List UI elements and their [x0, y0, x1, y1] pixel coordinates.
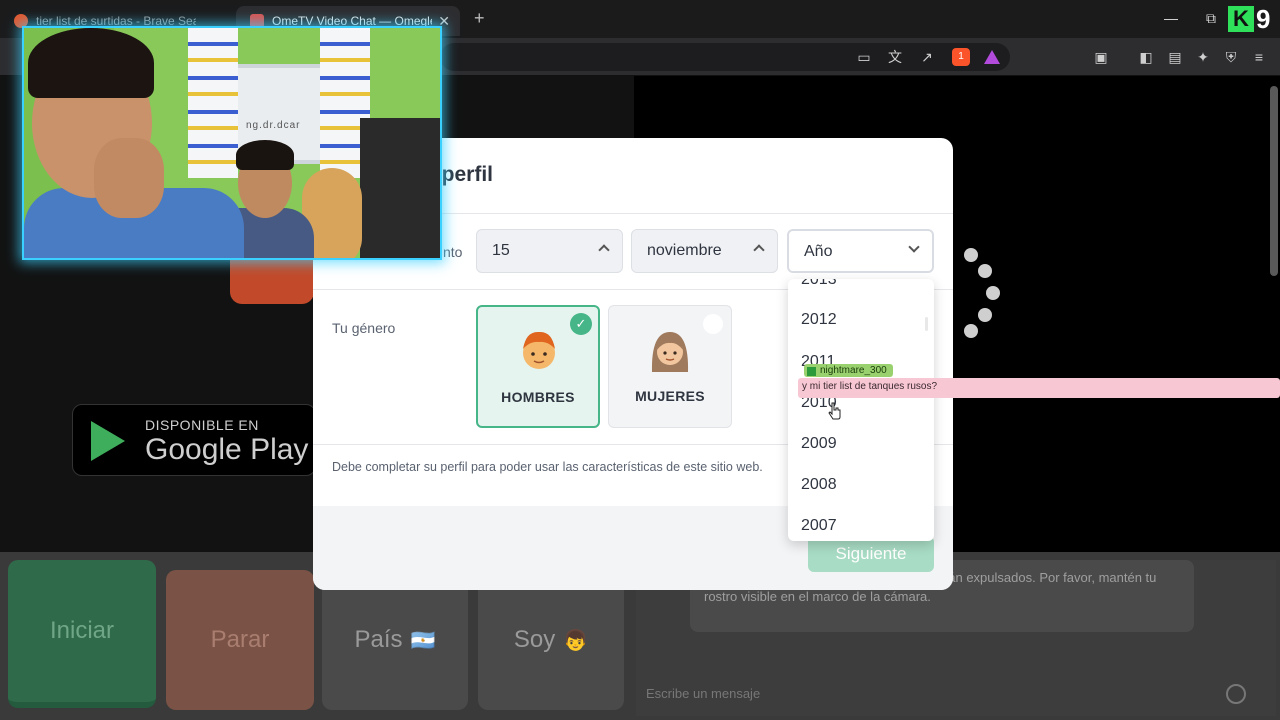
- screen-cast-icon[interactable]: ▭: [855, 48, 873, 66]
- gender-option-men[interactable]: ✓ HOMBRES: [476, 305, 600, 428]
- argentina-flag-icon: 🇦🇷: [410, 629, 436, 652]
- boy-emoji-icon: 👦: [563, 629, 589, 652]
- webcam-text: ng.dr.dcar: [246, 120, 301, 131]
- hand-cursor-icon: [828, 402, 841, 420]
- iam-label: Soy: [513, 626, 556, 653]
- stream-chat-user: nightmare_300: [804, 364, 893, 377]
- checkmark-icon: ✓: [570, 313, 592, 335]
- day-value: 15: [492, 242, 510, 259]
- google-play-icon: [91, 421, 125, 461]
- chat-input-placeholder: Escribe un mensaje: [646, 686, 761, 701]
- stream-logo: K 9: [1228, 4, 1278, 34]
- sidebar-icon[interactable]: ◧: [1137, 48, 1155, 66]
- ometv-logo: [230, 258, 314, 304]
- minimize-icon[interactable]: —: [1164, 10, 1178, 26]
- dropdown-scrollbar[interactable]: [925, 317, 928, 331]
- stream-chat-message: y mi tier list de tanques rusos?: [798, 378, 1280, 398]
- page-scrollbar[interactable]: [1270, 86, 1278, 276]
- gender-men-label: HOMBRES: [501, 389, 575, 405]
- person-hand: [94, 138, 164, 218]
- birth-date-label: nto: [443, 244, 463, 260]
- google-play-available: DISPONIBLE EN: [145, 417, 259, 433]
- chevron-up-icon: [598, 244, 610, 256]
- year-dropdown-list: 2013 2012 2011 2010 2009 2008 2007: [788, 279, 934, 541]
- chat-message-input[interactable]: Escribe un mensaje: [636, 680, 1276, 710]
- country-label: País: [354, 626, 403, 653]
- chevron-down-icon: [908, 241, 920, 253]
- loading-spinner-icon: [960, 246, 1020, 346]
- chevron-up-icon: [753, 244, 765, 256]
- year-option[interactable]: 2007: [801, 517, 837, 535]
- translate-icon[interactable]: 文: [886, 48, 904, 66]
- start-button[interactable]: Iniciar: [8, 560, 156, 708]
- month-select[interactable]: noviembre: [631, 229, 778, 273]
- streamer-webcam: ng.dr.dcar: [22, 26, 442, 260]
- stream-logo-letter: K: [1228, 6, 1254, 32]
- country-button[interactable]: País 🇦🇷: [322, 570, 468, 710]
- month-value: noviembre: [647, 242, 722, 259]
- gender-option-women[interactable]: MUJERES: [608, 305, 732, 428]
- stream-logo-number: 9: [1256, 4, 1271, 34]
- stream-chat-username: nightmare_300: [820, 365, 887, 376]
- year-option[interactable]: 2008: [801, 476, 837, 494]
- stop-button[interactable]: Parar: [166, 570, 314, 710]
- iam-button[interactable]: Soy 👦: [478, 570, 624, 710]
- stream-chat-overlay: nightmare_300 y mi tier list de tanques …: [798, 364, 1280, 398]
- curtain: [188, 28, 238, 178]
- wallet-icon[interactable]: ▤: [1166, 48, 1184, 66]
- brave-rewards-icon[interactable]: [984, 50, 1000, 64]
- year-placeholder: Año: [804, 243, 833, 260]
- boy-avatar-icon: [523, 331, 555, 369]
- share-icon[interactable]: ↗: [918, 48, 936, 66]
- woman-avatar-icon: [651, 332, 689, 372]
- year-option[interactable]: 2009: [801, 435, 837, 453]
- year-option[interactable]: 2012: [801, 311, 837, 329]
- user-badge-icon: [807, 367, 816, 376]
- reader-icon[interactable]: ▣: [1092, 48, 1110, 66]
- emoji-icon[interactable]: [1226, 684, 1246, 704]
- vpn-shield-icon[interactable]: ⛨: [1222, 48, 1240, 66]
- google-play-store: Google Play: [145, 433, 309, 466]
- gender-women-label: MUJERES: [635, 388, 705, 404]
- new-tab-button[interactable]: +: [474, 8, 485, 29]
- restore-icon[interactable]: ⧉: [1206, 10, 1216, 27]
- gender-label: Tu género: [332, 320, 396, 336]
- profile-note: Debe completar su perfil para poder usar…: [332, 460, 763, 474]
- next-button[interactable]: Siguiente: [808, 536, 934, 572]
- menu-icon[interactable]: ≡: [1250, 48, 1268, 66]
- leo-ai-icon[interactable]: ✦: [1194, 48, 1212, 66]
- brave-shields-icon[interactable]: 1: [952, 48, 970, 66]
- year-option[interactable]: 2013: [801, 279, 837, 289]
- jacket: [360, 118, 440, 258]
- day-select[interactable]: 15: [476, 229, 623, 273]
- radio-icon: [703, 314, 723, 334]
- google-play-badge[interactable]: DISPONIBLE EN Google Play: [72, 404, 316, 476]
- year-select[interactable]: Año: [787, 229, 934, 273]
